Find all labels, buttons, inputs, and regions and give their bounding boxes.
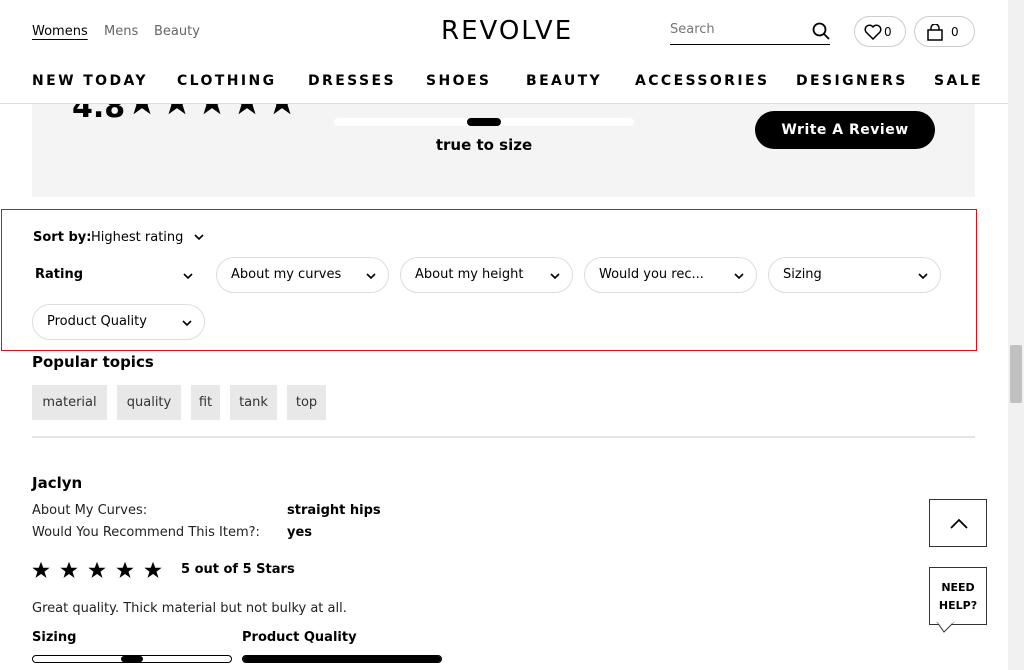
attribute-value: straight hips: [287, 503, 381, 518]
review-filters: Sort by: Highest rating Rating About my …: [1, 209, 977, 351]
speech-tail-icon: [936, 622, 955, 633]
topic-chip[interactable]: top: [287, 385, 326, 420]
star-icon: [60, 561, 78, 578]
tab-mens[interactable]: Mens: [104, 24, 138, 39]
nav-clothing[interactable]: CLOTHING: [177, 73, 276, 89]
topic-chip[interactable]: material: [32, 385, 107, 420]
filter-label: About my height: [415, 267, 524, 282]
filter-label: About my curves: [231, 267, 342, 282]
back-to-top-button[interactable]: [929, 499, 987, 547]
star-icon: [32, 561, 50, 578]
topic-chip[interactable]: quality: [117, 385, 181, 420]
filter-rating[interactable]: Rating: [20, 257, 206, 293]
search-input[interactable]: [670, 22, 810, 37]
need-help-button[interactable]: NEED HELP?: [929, 567, 987, 625]
quality-bar: [242, 655, 442, 663]
popular-topics-title: Popular topics: [32, 353, 154, 371]
quality-fill: [243, 656, 441, 662]
sort-value: Highest rating: [91, 230, 184, 245]
sort-dropdown[interactable]: Highest rating: [91, 230, 204, 245]
nav-shoes[interactable]: SHOES: [426, 73, 491, 89]
sizing-bar: [32, 655, 232, 663]
review-body: Great quality. Thick material but not bu…: [32, 601, 347, 616]
wishlist-button[interactable]: 0: [854, 16, 906, 47]
nav-designers[interactable]: DESIGNERS: [796, 73, 908, 89]
search-bar: [670, 18, 830, 45]
nav-accessories[interactable]: ACCESSORIES: [635, 73, 769, 89]
nav-new-today[interactable]: NEW TODAY: [32, 73, 148, 89]
chevron-down-icon: [193, 234, 204, 241]
chevron-down-icon: [366, 273, 376, 280]
chevron-down-icon: [550, 273, 560, 280]
tab-womens[interactable]: Womens: [32, 24, 88, 39]
bag-icon: [927, 24, 943, 41]
filter-label: Product Quality: [47, 314, 147, 329]
write-review-button[interactable]: Write A Review: [755, 111, 935, 149]
topic-chip[interactable]: tank: [230, 385, 277, 420]
chevron-down-icon: [183, 273, 193, 280]
attribute-label: About My Curves:: [32, 503, 148, 518]
heart-icon: [864, 24, 882, 40]
chevron-down-icon: [734, 273, 744, 280]
reviewer-name: Jaclyn: [32, 474, 83, 492]
nav-dresses[interactable]: DRESSES: [308, 73, 396, 89]
filter-about-my-height[interactable]: About my height: [400, 257, 573, 293]
star-icon: [116, 561, 134, 578]
wishlist-count: 0: [884, 25, 892, 39]
quality-label: Product Quality: [242, 630, 357, 645]
chevron-up-icon: [950, 518, 968, 529]
site-header: Womens Mens Beauty REVOLVE 0 0 NEW TODAY…: [0, 0, 1008, 104]
filter-label: Rating: [35, 267, 84, 282]
star-icon: [144, 561, 162, 578]
filter-would-you-recommend[interactable]: Would you rec...: [584, 257, 757, 293]
rating-text: 5 out of 5 Stars: [181, 562, 295, 577]
fit-slider-track: [334, 118, 634, 126]
nav-beauty[interactable]: BEAUTY: [526, 73, 602, 89]
search-icon[interactable]: [812, 22, 830, 40]
cart-count: 0: [951, 25, 959, 39]
star-icon: [88, 561, 106, 578]
filter-label: Sizing: [783, 267, 822, 282]
filter-label: Would you rec...: [599, 267, 704, 282]
attribute-label: Would You Recommend This Item?:: [32, 525, 260, 540]
nav-sale[interactable]: SALE: [934, 73, 983, 89]
fit-slider-indicator: [467, 118, 501, 126]
divider: [32, 436, 975, 438]
page-scrollbar[interactable]: [1008, 0, 1024, 670]
cart-button[interactable]: 0: [914, 16, 975, 47]
filter-product-quality[interactable]: Product Quality: [32, 304, 205, 340]
filter-about-my-curves[interactable]: About my curves: [216, 257, 389, 293]
tab-beauty[interactable]: Beauty: [154, 24, 200, 39]
fit-label: true to size: [435, 136, 533, 154]
chevron-down-icon: [918, 273, 928, 280]
filter-sizing[interactable]: Sizing: [768, 257, 941, 293]
topic-chip[interactable]: fit: [191, 385, 220, 420]
chevron-down-icon: [182, 320, 192, 327]
attribute-value: yes: [287, 525, 313, 540]
sizing-indicator: [121, 656, 143, 662]
scrollbar-thumb[interactable]: [1010, 345, 1022, 403]
sizing-label: Sizing: [32, 630, 77, 645]
sort-label: Sort by:: [33, 230, 92, 245]
revolve-logo[interactable]: REVOLVE: [441, 16, 573, 46]
